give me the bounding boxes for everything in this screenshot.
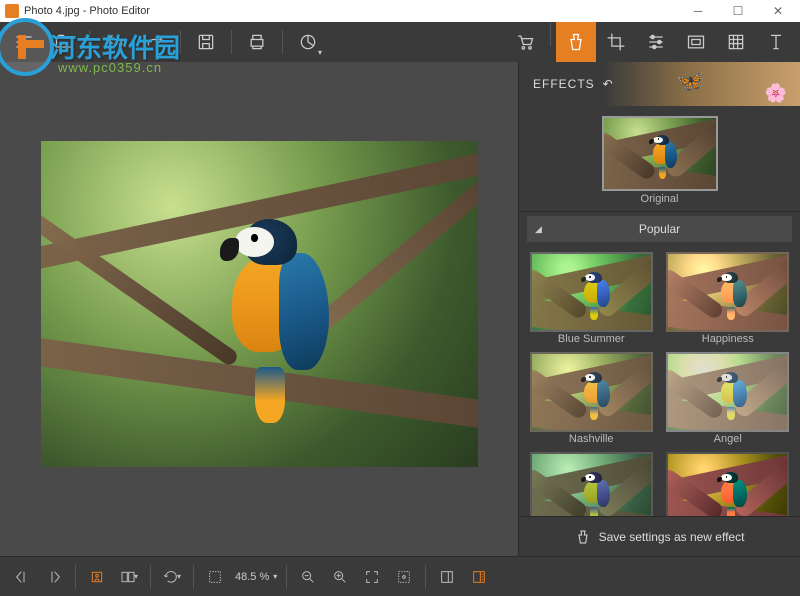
photo-preview: [41, 141, 478, 467]
effect-thumb-happiness[interactable]: [666, 252, 789, 332]
statusbar: ▾ ▾ 48.5 %▾: [0, 556, 800, 596]
effect-thumb-blue-summer[interactable]: [530, 252, 653, 332]
flask-icon: [575, 529, 591, 545]
next-image-button[interactable]: [38, 561, 70, 593]
window-title: Photo 4.jpg - Photo Editor: [24, 5, 678, 17]
flowers-icon: 🌸: [765, 83, 788, 104]
zoom-preset-button[interactable]: [199, 561, 231, 593]
minimize-button[interactable]: ─: [678, 0, 718, 22]
frame-tab[interactable]: [676, 22, 716, 62]
adjust-tab[interactable]: [636, 22, 676, 62]
canvas-area[interactable]: [0, 62, 518, 556]
original-label: Original: [641, 193, 679, 205]
save-button[interactable]: [186, 22, 226, 62]
redo-button[interactable]: [135, 22, 175, 62]
fit-button[interactable]: [356, 561, 388, 593]
titlebar: Photo 4.jpg - Photo Editor ─ ☐ ✕: [0, 0, 800, 22]
close-button[interactable]: ✕: [758, 0, 798, 22]
effects-sidebar: EFFECTS ↶ 🦋 🌸 Original ◢ Popular Blue Su…: [518, 62, 800, 556]
effect-thumb-blue-wash[interactable]: [530, 452, 653, 516]
effect-thumb-angel[interactable]: [666, 352, 789, 432]
toolbar: ▾: [0, 22, 800, 62]
zoom-value[interactable]: 48.5 %▾: [235, 571, 277, 583]
effect-thumb-nashville[interactable]: [530, 352, 653, 432]
save-effect-button[interactable]: Save settings as new effect: [519, 516, 800, 556]
crop-tab[interactable]: [596, 22, 636, 62]
effects-tab[interactable]: [556, 22, 596, 62]
zoom-out-button[interactable]: [292, 561, 324, 593]
texture-tab[interactable]: [716, 22, 756, 62]
effect-label: Blue Summer: [558, 333, 625, 345]
effect-label: Angel: [714, 433, 742, 445]
single-view-button[interactable]: [81, 561, 113, 593]
actual-size-button[interactable]: [388, 561, 420, 593]
navigator-button[interactable]: [431, 561, 463, 593]
effect-thumb-cross-process[interactable]: [666, 452, 789, 516]
app-icon: [5, 4, 19, 18]
effects-grid: Blue Summer Happiness Nashville Angel Bl…: [519, 246, 800, 516]
undo-button[interactable]: [95, 22, 135, 62]
effects-label: EFFECTS: [533, 77, 595, 91]
share-button[interactable]: ▾: [288, 22, 328, 62]
original-thumbnail[interactable]: [602, 116, 718, 191]
panel-toggle-button[interactable]: [463, 561, 495, 593]
menu-button[interactable]: [4, 22, 44, 62]
butterfly-icon: 🦋: [677, 68, 705, 94]
category-header[interactable]: ◢ Popular: [527, 216, 792, 242]
prev-image-button[interactable]: [6, 561, 38, 593]
effects-reset-icon[interactable]: ↶: [603, 77, 614, 91]
zoom-in-button[interactable]: [324, 561, 356, 593]
effect-label: Happiness: [702, 333, 754, 345]
rotate-button[interactable]: ▾: [156, 561, 188, 593]
collapse-icon: ◢: [535, 224, 542, 235]
maximize-button[interactable]: ☐: [718, 0, 758, 22]
print-button[interactable]: [237, 22, 277, 62]
effects-header: EFFECTS ↶ 🦋 🌸: [519, 62, 800, 106]
category-label: Popular: [639, 222, 680, 236]
effect-label: Nashville: [569, 433, 614, 445]
compare-view-button[interactable]: ▾: [113, 561, 145, 593]
save-effect-label: Save settings as new effect: [599, 530, 745, 544]
text-tab[interactable]: [756, 22, 796, 62]
open-button[interactable]: [44, 22, 84, 62]
cart-button[interactable]: [505, 22, 545, 62]
